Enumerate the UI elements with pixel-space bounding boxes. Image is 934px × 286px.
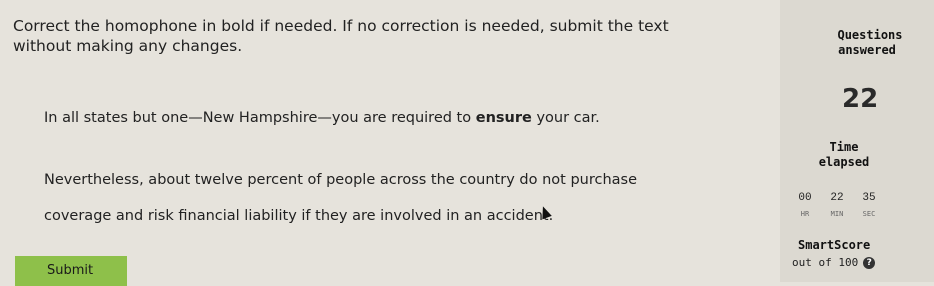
timer-minutes: 22 MIN — [824, 192, 850, 218]
questions-answered-label: Questions answered — [820, 28, 920, 58]
instructions-text: Correct the homophone in bold if needed.… — [13, 17, 669, 55]
questions-answered-value: 22 — [842, 84, 879, 114]
questions-answered-label-line2: answered — [838, 43, 896, 57]
timer-seconds-value: 35 — [862, 192, 876, 204]
help-icon[interactable]: ? — [863, 256, 876, 269]
timer-seconds: 35 SEC — [856, 192, 882, 218]
questions-answered-label-line1: Questions — [837, 28, 903, 42]
smartscore-label: SmartScore — [798, 238, 871, 252]
time-elapsed-label: Time elapsed — [814, 140, 874, 170]
sentence-1-before: In all states but one—New Hampshire—you … — [44, 110, 476, 126]
time-elapsed-label-line1: Time — [829, 140, 859, 154]
timer: 00 HR 22 MIN 35 SEC — [792, 192, 882, 218]
timer-minutes-value: 22 — [830, 192, 844, 204]
smartscore-sub: out of 100 ? — [792, 256, 876, 269]
timer-hours: 00 HR — [792, 192, 818, 218]
time-elapsed-label-line2: elapsed — [818, 155, 870, 169]
sentence-2[interactable]: Nevertheless, about twelve percent of pe… — [44, 172, 637, 188]
homophone-word[interactable]: ensure — [476, 110, 532, 126]
sentence-1-after: your car. — [531, 110, 600, 126]
question-area: Correct the homophone in bold if needed.… — [0, 0, 780, 286]
timer-seconds-unit: SEC — [862, 210, 876, 218]
timer-hours-unit: HR — [800, 210, 810, 218]
smartscore-sub-text: out of 100 — [792, 256, 859, 269]
timer-hours-value: 00 — [798, 192, 812, 204]
timer-minutes-unit: MIN — [830, 210, 844, 218]
score-sidebar: Questions answered 22 Time elapsed 00 HR… — [780, 0, 934, 282]
sentence-1[interactable]: In all states but one—New Hampshire—you … — [44, 110, 600, 126]
sentence-3[interactable]: coverage and risk financial liability if… — [44, 208, 553, 224]
